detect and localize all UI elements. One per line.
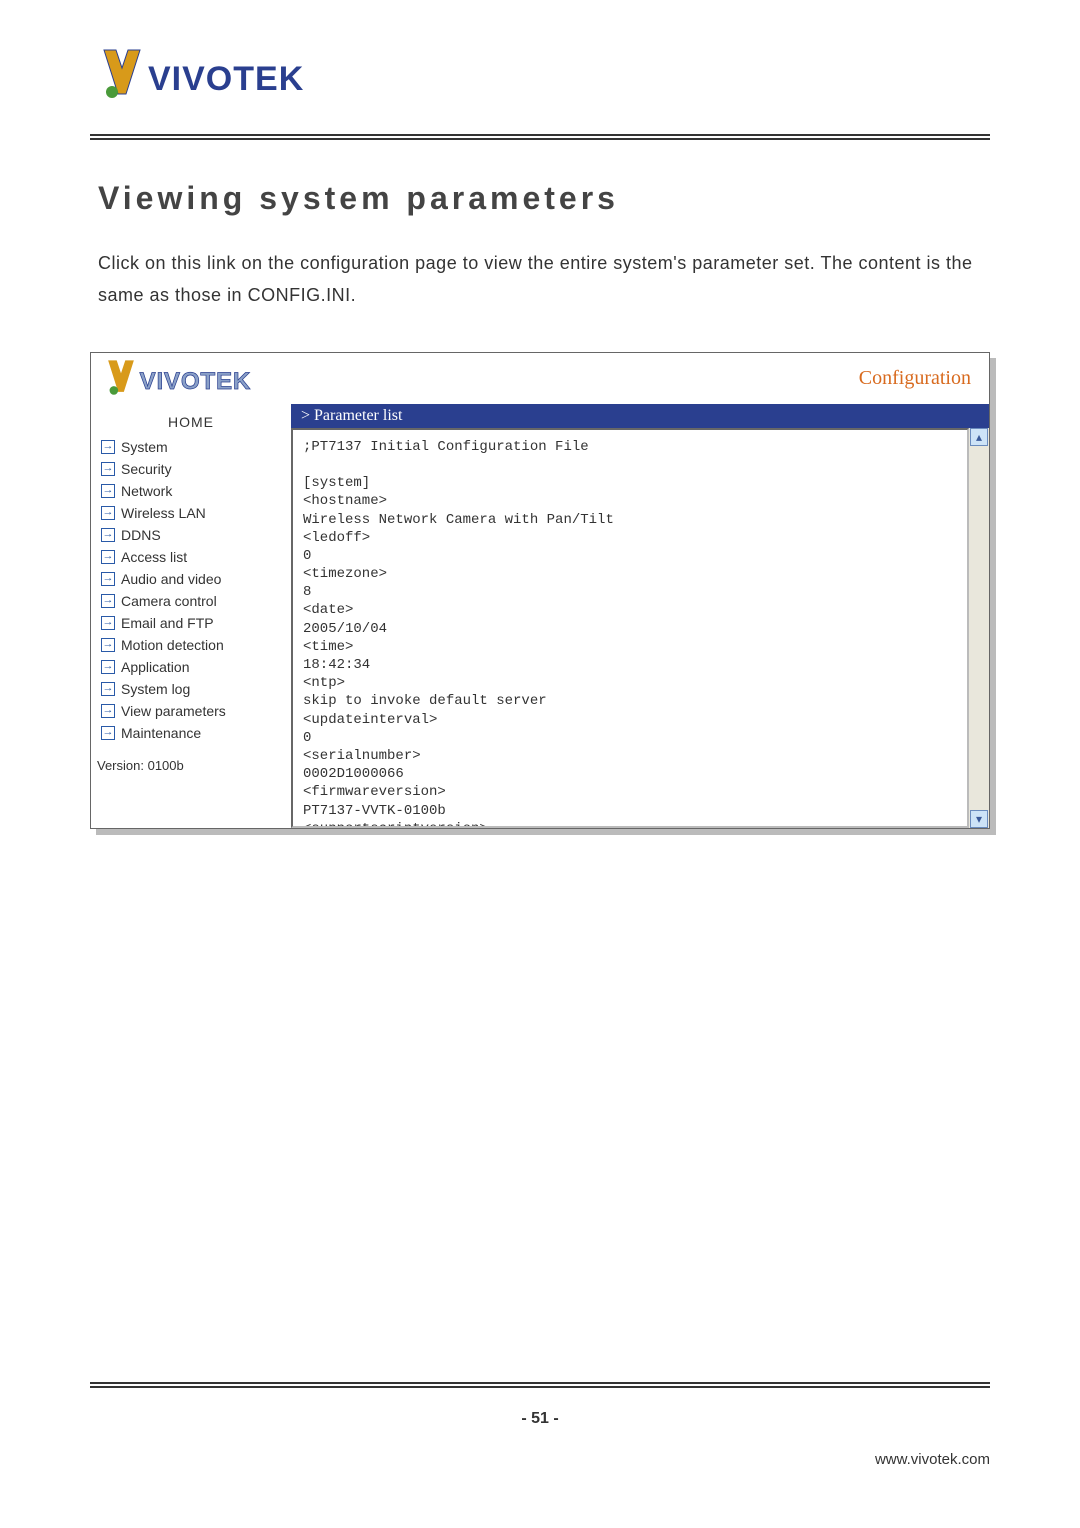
sidebar-home[interactable]: HOME <box>95 410 287 436</box>
arrow-right-icon: → <box>101 594 115 608</box>
version-text: Version: 0100b <box>95 744 287 777</box>
sidebar-item[interactable]: → Security <box>95 458 287 480</box>
config-screenshot: VIVOTEK Configuration HOME → System → Secur… <box>90 352 990 829</box>
arrow-right-icon: → <box>101 660 115 674</box>
sidebar-item-label: Wireless LAN <box>121 505 206 521</box>
arrow-right-icon: → <box>101 704 115 718</box>
sidebar-item-label: Network <box>121 483 172 499</box>
top-divider <box>90 134 990 140</box>
page-number: - 51 - <box>0 1410 1080 1428</box>
arrow-right-icon: → <box>101 726 115 740</box>
sidebar-item[interactable]: → DDNS <box>95 524 287 546</box>
sidebar-item-label: Audio and video <box>121 571 221 587</box>
arrow-right-icon: → <box>101 682 115 696</box>
arrow-right-icon: → <box>101 528 115 542</box>
sidebar-item[interactable]: → Application <box>95 656 287 678</box>
sidebar-item-label: System log <box>121 681 190 697</box>
arrow-right-icon: → <box>101 572 115 586</box>
sidebar-item[interactable]: → System <box>95 436 287 458</box>
screenshot-header: VIVOTEK Configuration <box>91 353 989 404</box>
sidebar-item-label: Email and FTP <box>121 615 214 631</box>
configuration-link[interactable]: Configuration <box>859 367 971 390</box>
sidebar: HOME → System → Security → Network → Wireless L… <box>91 404 291 828</box>
sidebar-item[interactable]: → Network <box>95 480 287 502</box>
bottom-divider <box>90 1382 990 1388</box>
sidebar-item-label: System <box>121 439 168 455</box>
sidebar-item[interactable]: → Camera control <box>95 590 287 612</box>
page-heading: Viewing system parameters <box>98 180 990 217</box>
sidebar-item-label: Maintenance <box>121 725 201 741</box>
page-url: www.vivotek.com <box>875 1451 990 1468</box>
sidebar-item-label: Motion detection <box>121 637 224 653</box>
sidebar-item-label: Camera control <box>121 593 217 609</box>
arrow-right-icon: → <box>101 484 115 498</box>
scroll-track[interactable] <box>970 446 988 810</box>
logo-text: VIVOTEK <box>148 60 304 98</box>
vivotek-logo: VIVOTEK <box>98 48 990 104</box>
sidebar-item-label: View parameters <box>121 703 226 719</box>
vivotek-logo-small: VIVOTEK <box>101 359 271 399</box>
scroll-down-icon[interactable]: ▾ <box>970 810 988 828</box>
parameter-list-content: ;PT7137 Initial Configuration File [syst… <box>291 428 969 828</box>
sidebar-item[interactable]: → Maintenance <box>95 722 287 744</box>
arrow-right-icon: → <box>101 462 115 476</box>
sidebar-item[interactable]: → Access list <box>95 546 287 568</box>
svg-text:VIVOTEK: VIVOTEK <box>140 368 252 395</box>
sidebar-item-label: DDNS <box>121 527 161 543</box>
sidebar-item-label: Security <box>121 461 172 477</box>
sidebar-item[interactable]: → Email and FTP <box>95 612 287 634</box>
arrow-right-icon: → <box>101 638 115 652</box>
sidebar-item[interactable]: → Audio and video <box>95 568 287 590</box>
sidebar-item-label: Access list <box>121 549 187 565</box>
parameter-list-title: > Parameter list <box>291 404 989 428</box>
arrow-right-icon: → <box>101 616 115 630</box>
arrow-right-icon: → <box>101 506 115 520</box>
sidebar-item[interactable]: → Wireless LAN <box>95 502 287 524</box>
arrow-right-icon: → <box>101 550 115 564</box>
arrow-right-icon: → <box>101 440 115 454</box>
sidebar-item-label: Application <box>121 659 190 675</box>
intro-paragraph: Click on this link on the configuration … <box>98 247 982 312</box>
scroll-up-icon[interactable]: ▴ <box>970 428 988 446</box>
scrollbar[interactable]: ▴ ▾ <box>969 428 989 828</box>
sidebar-item[interactable]: → System log <box>95 678 287 700</box>
sidebar-item[interactable]: → View parameters <box>95 700 287 722</box>
sidebar-item[interactable]: → Motion detection <box>95 634 287 656</box>
